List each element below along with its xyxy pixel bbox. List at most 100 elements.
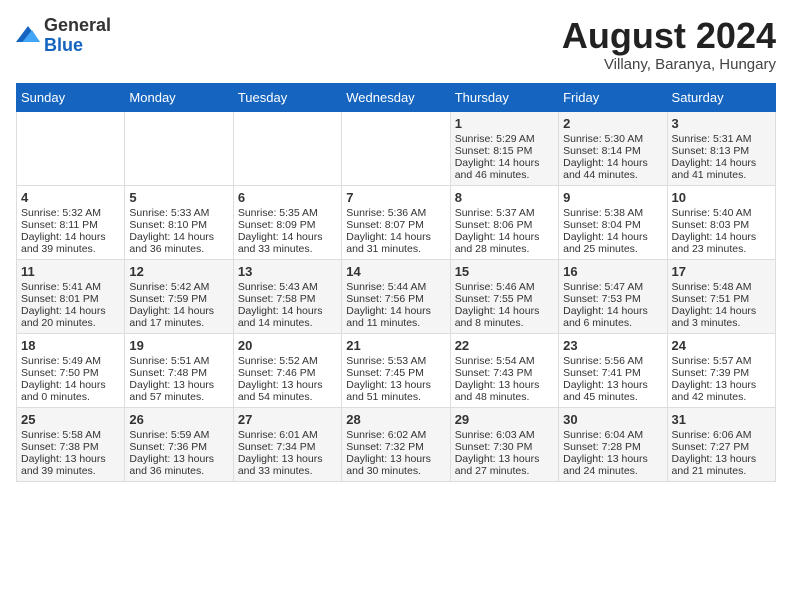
day-info: Sunset: 8:01 PM bbox=[21, 293, 120, 305]
day-info: and 23 minutes. bbox=[672, 243, 771, 255]
day-info: Sunrise: 6:06 AM bbox=[672, 429, 771, 441]
day-info: and 57 minutes. bbox=[129, 391, 228, 403]
day-info: Daylight: 14 hours bbox=[238, 305, 337, 317]
calendar-cell: 22Sunrise: 5:54 AMSunset: 7:43 PMDayligh… bbox=[450, 333, 558, 407]
day-info: Daylight: 13 hours bbox=[563, 453, 662, 465]
day-info: Daylight: 14 hours bbox=[129, 305, 228, 317]
calendar-cell: 6Sunrise: 5:35 AMSunset: 8:09 PMDaylight… bbox=[233, 185, 341, 259]
day-number: 25 bbox=[21, 412, 120, 427]
day-info: Daylight: 14 hours bbox=[455, 231, 554, 243]
day-info: and 48 minutes. bbox=[455, 391, 554, 403]
day-info: Daylight: 13 hours bbox=[455, 453, 554, 465]
day-info: Sunset: 7:50 PM bbox=[21, 367, 120, 379]
calendar-cell: 26Sunrise: 5:59 AMSunset: 7:36 PMDayligh… bbox=[125, 407, 233, 481]
day-info: Daylight: 14 hours bbox=[21, 231, 120, 243]
day-info: and 42 minutes. bbox=[672, 391, 771, 403]
day-info: Sunrise: 5:37 AM bbox=[455, 207, 554, 219]
calendar-cell: 3Sunrise: 5:31 AMSunset: 8:13 PMDaylight… bbox=[667, 111, 775, 185]
day-number: 23 bbox=[563, 338, 662, 353]
day-number: 21 bbox=[346, 338, 445, 353]
day-info: Daylight: 13 hours bbox=[563, 379, 662, 391]
day-info: and 21 minutes. bbox=[672, 465, 771, 477]
day-info: Sunset: 8:03 PM bbox=[672, 219, 771, 231]
day-info: Sunset: 8:09 PM bbox=[238, 219, 337, 231]
day-number: 15 bbox=[455, 264, 554, 279]
day-info: Daylight: 13 hours bbox=[129, 453, 228, 465]
calendar-week-5: 25Sunrise: 5:58 AMSunset: 7:38 PMDayligh… bbox=[17, 407, 776, 481]
day-info: Sunset: 7:46 PM bbox=[238, 367, 337, 379]
day-info: Sunrise: 6:04 AM bbox=[563, 429, 662, 441]
day-info: Sunrise: 5:43 AM bbox=[238, 281, 337, 293]
calendar-cell: 28Sunrise: 6:02 AMSunset: 7:32 PMDayligh… bbox=[342, 407, 450, 481]
day-info: and 6 minutes. bbox=[563, 317, 662, 329]
day-info: and 39 minutes. bbox=[21, 465, 120, 477]
day-info: and 46 minutes. bbox=[455, 169, 554, 181]
weekday-header-row: Sunday Monday Tuesday Wednesday Thursday… bbox=[17, 83, 776, 111]
calendar-cell: 11Sunrise: 5:41 AMSunset: 8:01 PMDayligh… bbox=[17, 259, 125, 333]
day-info: Sunrise: 5:49 AM bbox=[21, 355, 120, 367]
day-info: Sunset: 8:07 PM bbox=[346, 219, 445, 231]
day-info: Daylight: 14 hours bbox=[21, 379, 120, 391]
calendar-week-3: 11Sunrise: 5:41 AMSunset: 8:01 PMDayligh… bbox=[17, 259, 776, 333]
day-number: 12 bbox=[129, 264, 228, 279]
calendar-cell: 17Sunrise: 5:48 AMSunset: 7:51 PMDayligh… bbox=[667, 259, 775, 333]
header-sunday: Sunday bbox=[17, 83, 125, 111]
day-number: 6 bbox=[238, 190, 337, 205]
day-info: Sunset: 7:53 PM bbox=[563, 293, 662, 305]
header: General Blue August 2024 Villany, Barany… bbox=[16, 16, 776, 73]
day-info: Sunrise: 5:52 AM bbox=[238, 355, 337, 367]
day-info: Daylight: 13 hours bbox=[238, 453, 337, 465]
day-info: Daylight: 14 hours bbox=[563, 305, 662, 317]
calendar-cell: 13Sunrise: 5:43 AMSunset: 7:58 PMDayligh… bbox=[233, 259, 341, 333]
day-info: and 25 minutes. bbox=[563, 243, 662, 255]
calendar-cell: 18Sunrise: 5:49 AMSunset: 7:50 PMDayligh… bbox=[17, 333, 125, 407]
calendar-week-2: 4Sunrise: 5:32 AMSunset: 8:11 PMDaylight… bbox=[17, 185, 776, 259]
day-info: and 31 minutes. bbox=[346, 243, 445, 255]
calendar-cell: 15Sunrise: 5:46 AMSunset: 7:55 PMDayligh… bbox=[450, 259, 558, 333]
day-number: 2 bbox=[563, 116, 662, 131]
day-number: 11 bbox=[21, 264, 120, 279]
day-info: Sunset: 8:04 PM bbox=[563, 219, 662, 231]
day-number: 27 bbox=[238, 412, 337, 427]
day-info: Sunset: 7:32 PM bbox=[346, 441, 445, 453]
calendar-week-1: 1Sunrise: 5:29 AMSunset: 8:15 PMDaylight… bbox=[17, 111, 776, 185]
calendar-cell: 7Sunrise: 5:36 AMSunset: 8:07 PMDaylight… bbox=[342, 185, 450, 259]
day-info: Sunset: 8:15 PM bbox=[455, 145, 554, 157]
day-number: 16 bbox=[563, 264, 662, 279]
day-info: and 36 minutes. bbox=[129, 465, 228, 477]
day-number: 19 bbox=[129, 338, 228, 353]
calendar-week-4: 18Sunrise: 5:49 AMSunset: 7:50 PMDayligh… bbox=[17, 333, 776, 407]
calendar-cell: 4Sunrise: 5:32 AMSunset: 8:11 PMDaylight… bbox=[17, 185, 125, 259]
subtitle: Villany, Baranya, Hungary bbox=[562, 56, 776, 73]
day-number: 9 bbox=[563, 190, 662, 205]
day-info: Sunset: 8:11 PM bbox=[21, 219, 120, 231]
header-monday: Monday bbox=[125, 83, 233, 111]
day-info: Sunrise: 6:01 AM bbox=[238, 429, 337, 441]
calendar-cell: 19Sunrise: 5:51 AMSunset: 7:48 PMDayligh… bbox=[125, 333, 233, 407]
calendar-cell: 14Sunrise: 5:44 AMSunset: 7:56 PMDayligh… bbox=[342, 259, 450, 333]
day-info: Sunset: 7:36 PM bbox=[129, 441, 228, 453]
day-number: 30 bbox=[563, 412, 662, 427]
day-info: Sunrise: 5:48 AM bbox=[672, 281, 771, 293]
header-saturday: Saturday bbox=[667, 83, 775, 111]
day-info: Sunrise: 5:29 AM bbox=[455, 133, 554, 145]
day-info: Sunrise: 5:40 AM bbox=[672, 207, 771, 219]
day-info: Daylight: 14 hours bbox=[21, 305, 120, 317]
day-info: Sunrise: 6:03 AM bbox=[455, 429, 554, 441]
day-number: 29 bbox=[455, 412, 554, 427]
logo-text: General Blue bbox=[44, 16, 111, 56]
day-number: 28 bbox=[346, 412, 445, 427]
day-info: Daylight: 13 hours bbox=[672, 379, 771, 391]
day-info: Sunset: 8:13 PM bbox=[672, 145, 771, 157]
calendar-body: 1Sunrise: 5:29 AMSunset: 8:15 PMDaylight… bbox=[17, 111, 776, 481]
calendar-cell: 25Sunrise: 5:58 AMSunset: 7:38 PMDayligh… bbox=[17, 407, 125, 481]
day-info: Sunrise: 5:53 AM bbox=[346, 355, 445, 367]
day-info: and 36 minutes. bbox=[129, 243, 228, 255]
day-info: Sunrise: 5:35 AM bbox=[238, 207, 337, 219]
day-number: 8 bbox=[455, 190, 554, 205]
day-info: Sunset: 8:06 PM bbox=[455, 219, 554, 231]
day-info: and 41 minutes. bbox=[672, 169, 771, 181]
header-wednesday: Wednesday bbox=[342, 83, 450, 111]
title-area: August 2024 Villany, Baranya, Hungary bbox=[562, 16, 776, 73]
day-info: Sunrise: 5:58 AM bbox=[21, 429, 120, 441]
